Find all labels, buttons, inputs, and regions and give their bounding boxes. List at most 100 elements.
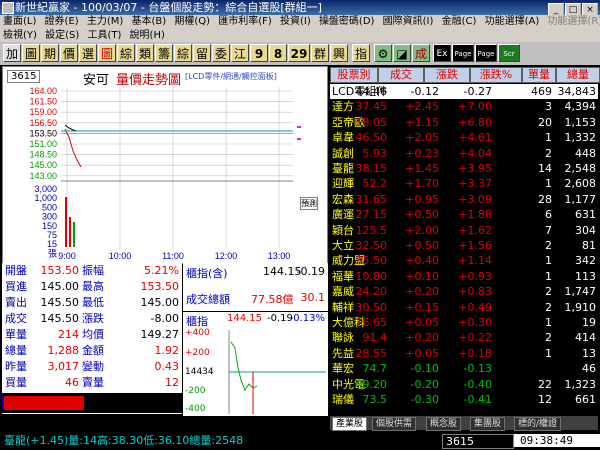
table-row[interactable]: 穎台 125.5 +2.00 +1.62 7 304 (330, 223, 598, 238)
stock-code-input[interactable]: 3615 (442, 434, 514, 449)
toolbar-button-index[interactable]: 指 (352, 44, 370, 62)
quote-row: 開盤 153.50 振幅 5.21% (2, 263, 182, 279)
stock-total: 1,910 (564, 300, 597, 314)
menu-trading-code[interactable]: 操盤密碼(D) (319, 16, 375, 27)
menu-securities[interactable]: 證券(E) (45, 16, 79, 27)
toolbar-button-9[interactable]: 9 (250, 44, 268, 62)
stock-change: +0.20 (405, 285, 439, 299)
table-row[interactable]: 華宏 74.7 -0.10 -0.13 46 (330, 361, 598, 376)
toolbar-window-icon[interactable]: ◪ (393, 44, 411, 62)
stock-name: 廣運 (332, 208, 354, 222)
price-line (64, 128, 82, 168)
price-volume-chart[interactable]: 3615 安可 量價走勢圖 [LCD零件/網通/觸控面板] 164.00 161.… (2, 66, 328, 264)
toolbar-button-composite-2[interactable]: 綜 (174, 44, 192, 62)
col-header-pct[interactable]: 漲跌% (470, 67, 522, 83)
stock-change: +0.10 (405, 269, 439, 283)
quote-label: 賣出 (5, 296, 27, 309)
table-row[interactable]: 輔祥 30.50 +0.15 +0.49 2 1,910 (330, 300, 598, 315)
col-header-price[interactable]: 成交 (378, 67, 424, 83)
index-mini-chart[interactable]: 櫃指 144.15 -0.19 -0.13% +400 +200 14434 -… (183, 312, 328, 416)
tab-warrants[interactable]: 標的/權證 (514, 417, 562, 431)
toolbar-gear-icon[interactable]: ⚙ (374, 44, 392, 62)
menu-options[interactable]: 期權(Q) (174, 16, 210, 27)
stock-name: 誠創 (332, 146, 354, 160)
table-row[interactable]: 瑞儀 73.5 -0.30 -0.41 12 661 (330, 392, 598, 407)
table-row[interactable]: 嘉威 24.20 +0.20 +0.83 2 1,747 (330, 284, 598, 299)
toolbar-button-volume[interactable]: 成 (412, 44, 430, 62)
toolbar-button-price[interactable]: 價 (60, 44, 78, 62)
toolbar-button-page-down[interactable]: Page (475, 44, 497, 62)
table-row[interactable]: 誠創 5.93 +0.23 +4.04 2 448 (330, 146, 598, 161)
table-row[interactable]: 臺龍 38.15 +1.45 +3.95 14 2,548 (330, 161, 598, 176)
table-row[interactable]: 大億科 16.65 +0.05 +0.30 1 19 (330, 315, 598, 330)
table-row[interactable]: 卓韋 46.50 +2.05 +4.61 1 1,332 (330, 130, 598, 145)
clock: 09:38:49 (514, 434, 600, 447)
toolbar-button-select[interactable]: 選 (79, 44, 97, 62)
menu-help[interactable]: 說明(H) (130, 30, 165, 41)
toolbar-button-futures[interactable]: 期 (41, 44, 59, 62)
toolbar-button-order[interactable]: 委 (212, 44, 230, 62)
menu-basic[interactable]: 基本(B) (132, 16, 167, 27)
table-row[interactable]: 迎輝 52.2 +1.70 +3.37 1 2,608 (330, 176, 598, 191)
menu-settings[interactable]: 設定(S) (45, 30, 79, 41)
stock-pct: +0.18 (458, 346, 492, 360)
table-row[interactable]: 亞帝歐 18.05 +1.15 +6.80 20 1,153 (330, 115, 598, 130)
toolbar-button-chart[interactable]: 圖 (22, 44, 40, 62)
col-header-total[interactable]: 總量 (556, 67, 600, 83)
table-row[interactable]: 威力盟 35.50 +0.40 +1.14 1 342 (330, 253, 598, 268)
table-row[interactable]: 廣運 27.15 +0.50 +1.88 6 631 (330, 207, 598, 222)
stock-pct: +1.14 (458, 254, 492, 268)
table-row[interactable]: 先益 28.55 +0.05 +0.18 1 13 (330, 346, 598, 361)
table-row[interactable]: 達方 37.45 +2.45 +7.00 3 4,394 (330, 99, 598, 114)
toolbar-button-add[interactable]: 加 (3, 44, 21, 62)
col-header-change[interactable]: 漲跌 (424, 67, 470, 83)
volume-tick-label: 張 (48, 248, 57, 258)
table-row[interactable]: 聯詠 91.4 +0.20 +0.22 2 414 (330, 330, 598, 345)
toolbar-button-8[interactable]: 8 (269, 44, 287, 62)
forecast-label[interactable]: 預測 (300, 197, 318, 210)
tab-concept[interactable]: 概念股 (426, 417, 462, 431)
toolbar-button-page-up[interactable]: Page (452, 44, 474, 62)
tab-industry[interactable]: 產業股 (332, 417, 368, 431)
toolbar-button-chart-2[interactable]: 圖 (98, 44, 116, 62)
toolbar-button-composite[interactable]: 綜 (117, 44, 135, 62)
menu-screen[interactable]: 畫面(L) (3, 16, 36, 27)
table-row[interactable]: LCD零組件 44.46 -0.12 -0.27 469 34,843 (330, 84, 598, 99)
stock-pct: +1.62 (458, 223, 492, 237)
toolbar-button-prosper[interactable]: 興 (330, 44, 348, 62)
table-row[interactable]: 大立 32.50 +0.50 +1.56 2 81 (330, 238, 598, 253)
quote-label: 成交 (5, 312, 27, 325)
stock-total: 342 (575, 254, 596, 268)
toolbar-button-group[interactable]: 群 (311, 44, 329, 62)
toolbar-button-river[interactable]: 江 (231, 44, 249, 62)
menu-intl-info[interactable]: 國際資訊(I) (383, 16, 434, 27)
menu-tools[interactable]: 工具(T) (87, 30, 121, 41)
menu-invest[interactable]: 投資(I) (280, 16, 311, 27)
table-row[interactable]: 福華 10.80 +0.10 +0.93 1 113 (330, 269, 598, 284)
stock-pct: +0.49 (458, 300, 492, 314)
toolbar-button-scroll[interactable]: Scr (498, 44, 520, 62)
stock-price: 16.65 (355, 316, 388, 329)
stock-total: 1,332 (564, 131, 597, 145)
tab-group[interactable]: 集團股 (470, 417, 506, 431)
menu-function-a[interactable]: 功能選擇(A) (485, 16, 540, 27)
toolbar-button-category[interactable]: 類 (136, 44, 154, 62)
stock-price: 37.45 (355, 100, 388, 114)
toolbar-button-keep[interactable]: 留 (193, 44, 211, 62)
col-header-volume[interactable]: 單量 (522, 67, 556, 83)
col-header-name[interactable]: 股票別 (330, 67, 378, 83)
tab-supply-demand[interactable]: 個股供需 (372, 417, 417, 431)
stock-change: +0.95 (405, 192, 439, 206)
menu-main-force[interactable]: 主力(M) (87, 16, 123, 27)
menu-forex[interactable]: 匯市利率(F) (218, 16, 272, 27)
table-row[interactable]: 宏森 31.65 +0.95 +3.09 28 1,177 (330, 192, 598, 207)
table-row[interactable]: 中光電 49.20 -0.20 -0.40 22 1,323 (330, 377, 598, 392)
toolbar-button-29[interactable]: 29 (288, 44, 310, 62)
toolbar-button-chips[interactable]: 籌 (155, 44, 173, 62)
menu-finance[interactable]: 金融(C) (442, 16, 477, 27)
menu-view[interactable]: 檢視(Y) (3, 30, 37, 41)
status-bar: 臺龍(+1.45)量:14高:38.30低:36.10總量:2548 3615 … (0, 432, 600, 450)
quote-label: 最低 (82, 296, 104, 309)
menu-function-r[interactable]: 功能選擇(R) (547, 16, 600, 27)
toolbar-button-exit[interactable]: Ex (433, 44, 451, 62)
